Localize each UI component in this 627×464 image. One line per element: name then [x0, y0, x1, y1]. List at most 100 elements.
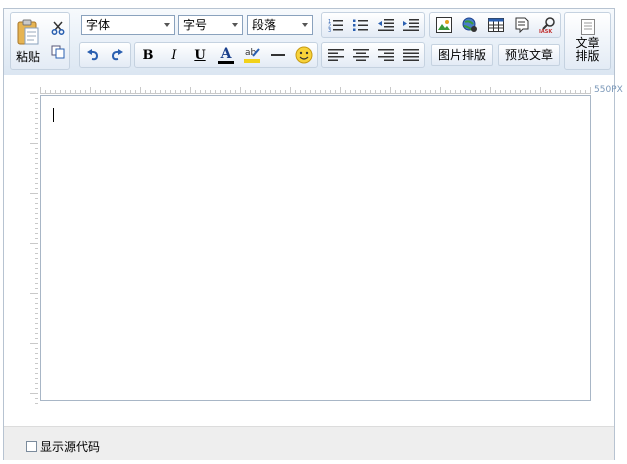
insert-page-icon — [515, 17, 529, 33]
ruler-tick — [240, 87, 241, 93]
find-replace-icon: IASK — [539, 17, 555, 33]
ruler-tick — [35, 198, 38, 199]
ruler-tick — [35, 218, 38, 219]
ruler-tick — [310, 90, 311, 93]
show-source-checkbox[interactable] — [26, 441, 37, 452]
ruler-tick — [270, 90, 271, 93]
highlight-button[interactable]: ab — [241, 45, 263, 65]
ruler-tick — [35, 178, 38, 179]
ruler-tick — [35, 368, 38, 369]
ruler-tick — [315, 90, 316, 93]
ruler-tick — [35, 103, 38, 104]
ruler-tick — [575, 90, 576, 93]
ruler-tick — [35, 158, 38, 159]
ruler-tick — [475, 90, 476, 93]
undo-icon — [87, 49, 99, 61]
ruler-tick — [500, 90, 501, 93]
ruler-tick — [35, 328, 38, 329]
ruler-tick — [305, 90, 306, 93]
ruler-tick — [195, 90, 196, 93]
ruler-tick — [395, 90, 396, 93]
ruler-tick — [35, 268, 38, 269]
article-layout-label-line2: 排版 — [575, 49, 600, 63]
insert-table-button[interactable] — [484, 15, 508, 35]
indent-button[interactable] — [399, 15, 423, 35]
font-family-select[interactable]: 字体 — [81, 15, 175, 35]
ruler-tick — [35, 203, 38, 204]
image-layout-label: 图片排版 — [437, 48, 486, 62]
align-left-icon — [328, 49, 344, 61]
ruler-tick — [470, 90, 471, 93]
editor-content-area[interactable] — [40, 95, 591, 401]
redo-button[interactable] — [106, 45, 128, 65]
copy-button[interactable] — [49, 43, 67, 61]
insert-image-icon — [436, 17, 452, 33]
ruler-tick — [35, 313, 38, 314]
ruler-tick — [75, 90, 76, 93]
ruler-tick — [230, 90, 231, 93]
ruler-tick — [60, 90, 61, 93]
ruler-tick — [330, 90, 331, 93]
ruler-tick — [190, 87, 191, 93]
ruler-tick — [300, 90, 301, 93]
align-justify-button[interactable] — [399, 45, 423, 65]
ruler-tick — [185, 90, 186, 93]
ruler-tick — [45, 90, 46, 93]
cut-button[interactable] — [49, 19, 67, 37]
ruler-tick — [30, 393, 38, 394]
insert-image-button[interactable] — [432, 15, 456, 35]
paste-label: 粘贴 — [15, 49, 40, 64]
ruler-tick — [400, 90, 401, 93]
ruler-tick — [530, 90, 531, 93]
ruler-tick — [110, 90, 111, 93]
ruler-tick — [35, 173, 38, 174]
align-left-button[interactable] — [324, 45, 348, 65]
ruler-tick — [105, 90, 106, 93]
ruler-tick — [480, 90, 481, 93]
ordered-list-icon: 1 2 3 — [328, 19, 343, 32]
insert-page-button[interactable] — [510, 15, 534, 35]
underline-button[interactable]: U — [189, 45, 211, 65]
undo-redo-group — [79, 42, 131, 68]
emoticon-button[interactable] — [293, 45, 315, 65]
editor-toolbar: 粘贴 字体 字号 段落 B I U A ab 1 2 3 IASK 图片排版 预… — [4, 9, 614, 76]
ordered-list-button[interactable]: 1 2 3 — [324, 15, 348, 35]
italic-button[interactable]: I — [163, 45, 185, 65]
article-layout-button[interactable]: 文章 排版 — [564, 12, 611, 70]
undo-button[interactable] — [82, 45, 104, 65]
ruler-tick — [160, 90, 161, 93]
preview-article-button[interactable]: 预览文章 — [498, 44, 560, 66]
ruler-tick — [35, 228, 38, 229]
align-right-button[interactable] — [374, 45, 398, 65]
ruler-tick — [515, 90, 516, 93]
ruler-tick — [115, 90, 116, 93]
horizontal-rule-button[interactable] — [267, 45, 289, 65]
ruler-tick — [35, 128, 38, 129]
font-color-button[interactable]: A — [215, 45, 237, 65]
paragraph-select[interactable]: 段落 — [247, 15, 313, 35]
ruler-tick — [50, 90, 51, 93]
bold-button[interactable]: B — [137, 45, 159, 65]
underline-icon: U — [194, 47, 206, 63]
image-layout-button[interactable]: 图片排版 — [431, 44, 493, 66]
ruler-tick — [590, 87, 591, 93]
ruler-tick — [30, 143, 38, 144]
font-size-select[interactable]: 字号 — [178, 15, 243, 35]
font-family-value: 字体 — [86, 18, 111, 32]
document-icon — [580, 19, 595, 35]
text-caret — [53, 108, 54, 122]
ruler-tick — [560, 90, 561, 93]
paste-button[interactable]: 粘贴 — [13, 15, 43, 67]
unordered-list-button[interactable] — [349, 15, 373, 35]
align-center-button[interactable] — [349, 45, 373, 65]
italic-icon: I — [171, 47, 177, 63]
ruler-tick — [360, 90, 361, 93]
find-replace-button[interactable]: IASK — [536, 15, 560, 35]
editor-canvas: 550PX — [4, 75, 623, 426]
show-source-label[interactable]: 显示源代码 — [40, 438, 100, 455]
insert-link-button[interactable] — [458, 15, 482, 35]
outdent-button[interactable] — [374, 15, 398, 35]
cut-icon — [51, 21, 65, 35]
ruler-tick — [35, 113, 38, 114]
ruler-tick — [35, 323, 38, 324]
